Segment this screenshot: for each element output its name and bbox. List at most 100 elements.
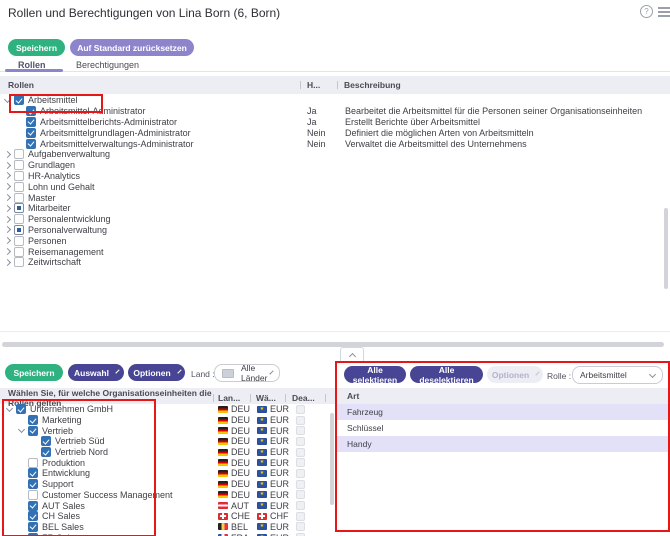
tabs-divider — [0, 71, 670, 72]
checkbox-checked[interactable] — [41, 447, 51, 458]
checkbox-checked[interactable] — [28, 415, 38, 426]
checkbox-checked[interactable] — [14, 95, 24, 106]
chevron-right-icon[interactable] — [3, 258, 11, 266]
checkbox-unchecked[interactable] — [14, 170, 24, 181]
rolle-select[interactable]: Arbeitsmittel — [572, 366, 663, 384]
horizontal-scrollbar[interactable] — [2, 342, 664, 347]
disabled-checkbox — [296, 479, 305, 489]
checkbox-unchecked[interactable] — [14, 214, 24, 225]
checkbox-checked[interactable] — [28, 500, 38, 511]
checkbox-unchecked[interactable] — [28, 489, 38, 500]
save-button[interactable]: Speichern — [8, 39, 65, 56]
checkbox-checked[interactable] — [26, 106, 36, 117]
role-label: Personalentwicklung — [28, 214, 111, 225]
deselect-all-button[interactable]: Alle deselektieren — [410, 365, 483, 385]
orgunit-label: Unternehmen GmbH — [30, 404, 114, 415]
checkbox-checked[interactable] — [26, 138, 36, 149]
page-title: Rollen und Berechtigungen von Lina Born … — [8, 6, 281, 20]
table-row: Personalentwicklung — [0, 214, 670, 225]
checkbox-checked[interactable] — [26, 127, 36, 138]
chevron-down-icon — [648, 370, 657, 378]
list-item[interactable]: Fahrzeug — [337, 404, 668, 420]
page-scrollbar[interactable] — [664, 208, 668, 289]
table-row: CH Sales CHE CHF — [0, 511, 335, 522]
h-value: Ja — [307, 106, 317, 117]
org-scrollbar[interactable] — [330, 413, 334, 505]
checkbox-unchecked[interactable] — [14, 257, 24, 268]
role-description: Definiert die möglichen Arten von Arbeit… — [345, 127, 534, 138]
country-code: DEU — [231, 489, 251, 500]
checkbox-checked[interactable] — [28, 479, 38, 490]
flag-DEU-icon — [218, 491, 228, 499]
orgunit-label: Support — [42, 479, 74, 490]
orgunit-label: Customer Success Management — [42, 489, 173, 500]
chevron-right-icon[interactable] — [3, 204, 11, 212]
chevron-down-icon[interactable] — [3, 95, 11, 103]
role-description: Verwaltet die Arbeitsmittel des Unterneh… — [345, 138, 527, 149]
flag-EUR-icon — [257, 491, 267, 499]
table-row: Vertrieb NordDEUEUR — [0, 447, 335, 458]
checkbox-unchecked[interactable] — [14, 246, 24, 257]
role-label: Personalverwaltung — [28, 224, 108, 235]
table-row: Zeitwirtschaft — [0, 257, 670, 268]
chevron-right-icon[interactable] — [3, 248, 11, 256]
checkbox-checked[interactable] — [41, 436, 51, 447]
flag-EUR-icon — [257, 416, 267, 424]
checkbox-unchecked[interactable] — [14, 235, 24, 246]
optionen-button[interactable]: Optionen — [128, 364, 185, 381]
checkbox-checked[interactable] — [26, 116, 36, 127]
flag-AUT-icon — [218, 502, 228, 510]
checkbox-indeterminate[interactable] — [14, 203, 24, 214]
land-select[interactable]: Alle Länder — [214, 363, 280, 383]
table-row: Unternehmen GmbHDEUEUR — [0, 404, 335, 415]
chevron-right-icon[interactable] — [3, 150, 11, 158]
flag-EUR-icon — [257, 437, 267, 445]
checkbox-unchecked[interactable] — [14, 149, 24, 160]
help-icon[interactable]: ? — [640, 5, 653, 18]
select-all-button[interactable]: Alle selektieren — [344, 365, 406, 385]
checkbox-unchecked[interactable] — [28, 457, 38, 468]
table-row: Lohn und Gehalt — [0, 181, 670, 192]
table-row: FR SalesFRAEUR — [0, 532, 335, 536]
reset-default-button[interactable]: Auf Standard zurücksetzen — [70, 39, 194, 56]
checkbox-unchecked[interactable] — [14, 181, 24, 192]
flag-EUR-icon — [257, 427, 267, 435]
flag-DEU-icon — [218, 405, 228, 413]
checkbox-unchecked[interactable] — [14, 160, 24, 171]
checkbox-checked[interactable] — [28, 521, 38, 532]
menu-icon[interactable] — [658, 7, 670, 19]
country-code: DEU — [231, 425, 251, 436]
chevron-right-icon[interactable] — [3, 226, 11, 234]
chevron-down-icon[interactable] — [17, 426, 25, 434]
auswahl-button[interactable]: Auswahl — [68, 364, 124, 381]
chevron-right-icon[interactable] — [3, 194, 11, 202]
list-item[interactable]: Schlüssel — [337, 420, 668, 436]
chevron-down-icon — [269, 369, 275, 375]
table-row: Master — [0, 192, 670, 203]
list-item[interactable]: Handy — [337, 436, 668, 452]
checkbox-unchecked[interactable] — [14, 192, 24, 203]
checkbox-checked[interactable] — [28, 532, 38, 536]
flag-DEU-icon — [218, 469, 228, 477]
chevron-right-icon[interactable] — [3, 172, 11, 180]
checkbox-checked[interactable] — [28, 425, 38, 436]
chevron-right-icon[interactable] — [3, 215, 11, 223]
tab-berechtigungen[interactable]: Berechtigungen — [76, 58, 139, 72]
org-save-button[interactable]: Speichern — [5, 364, 63, 381]
checkbox-checked[interactable] — [16, 404, 26, 415]
chevron-right-icon[interactable] — [3, 161, 11, 169]
col-beschreibung: Beschreibung — [337, 76, 670, 94]
checkbox-checked[interactable] — [28, 511, 38, 522]
art-table-header: Art — [337, 388, 668, 404]
chevron-right-icon[interactable] — [3, 237, 11, 245]
orgunit-label: CH Sales — [42, 511, 81, 522]
checkbox-indeterminate[interactable] — [14, 224, 24, 235]
art-label: Handy — [347, 439, 372, 449]
table-row: Reisemanagement — [0, 246, 670, 257]
chevron-down-icon — [177, 369, 182, 374]
chevron-right-icon[interactable] — [3, 183, 11, 191]
role-label: Arbeitsmittelverwaltungs-Administrator — [40, 138, 194, 149]
orgunit-label: Entwicklung — [42, 468, 91, 479]
checkbox-checked[interactable] — [28, 468, 38, 479]
chevron-down-icon[interactable] — [5, 404, 13, 412]
